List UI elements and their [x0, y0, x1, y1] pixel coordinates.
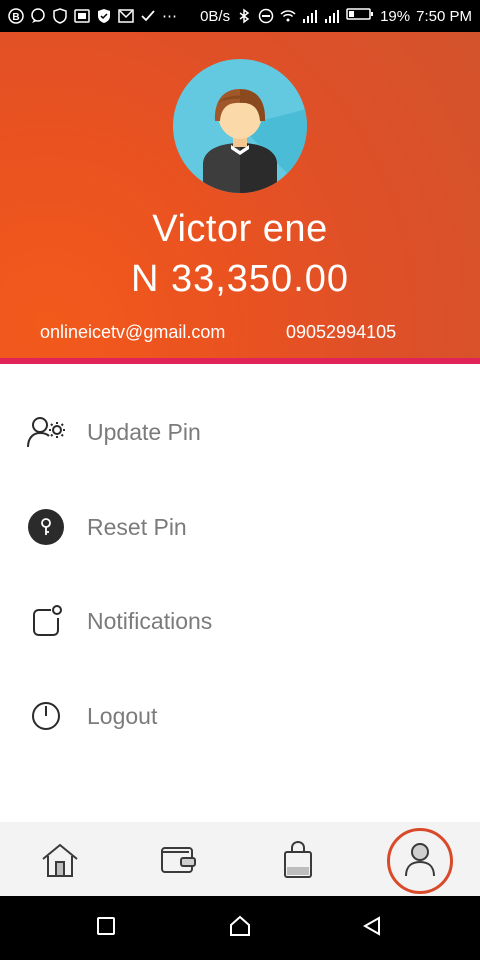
- header-accent-divider: [0, 358, 480, 364]
- power-icon: [26, 696, 66, 736]
- status-left: B ⋯: [8, 7, 177, 25]
- user-name: Victor ene: [152, 208, 328, 250]
- home-outline-icon: [228, 914, 252, 943]
- b-circle-icon: B: [8, 8, 24, 24]
- clock: 7:50 PM: [416, 7, 472, 25]
- battery-icon: [346, 6, 374, 26]
- battery-percent: 19%: [380, 7, 411, 25]
- net-speed: 0B/s: [200, 7, 231, 25]
- mail-icon: [118, 8, 134, 24]
- home-icon: [41, 842, 79, 883]
- profile-icon: [403, 840, 437, 883]
- wallet-icon: [159, 844, 197, 881]
- status-bar: B ⋯ 0B/s 19% 7:50 PM: [0, 0, 480, 32]
- account-balance: N 33,350.00: [130, 258, 350, 300]
- user-phone: 09052994105: [286, 322, 397, 342]
- home-button[interactable]: [224, 912, 256, 944]
- more-dots-icon: ⋯: [162, 8, 177, 25]
- nav-profile-button[interactable]: [387, 828, 453, 894]
- chat-bubble-icon: [30, 8, 46, 24]
- back-triangle-icon: [361, 915, 383, 942]
- status-right: 0B/s 19% 7:50 PM: [200, 6, 472, 26]
- menu-item-update-pin[interactable]: Update Pin: [0, 397, 480, 467]
- bottom-navigation: [0, 822, 480, 896]
- shopping-bag-icon: [282, 840, 314, 884]
- svg-text:B: B: [12, 12, 19, 23]
- signal-icon: [302, 8, 318, 24]
- user-email: onlineicetv@gmail.com: [40, 322, 226, 342]
- nav-home-button[interactable]: [30, 832, 90, 892]
- shield-icon: [52, 8, 68, 24]
- menu-label: Reset Pin: [87, 513, 187, 540]
- menu-item-notifications[interactable]: Notifications: [0, 586, 480, 656]
- back-button[interactable]: [356, 912, 388, 944]
- notification-icon: [26, 601, 66, 641]
- menu-label: Update Pin: [87, 418, 201, 445]
- recents-icon: [95, 915, 117, 942]
- check-icon: [140, 8, 156, 24]
- do-not-disturb-icon: [258, 8, 274, 24]
- recents-button[interactable]: [90, 912, 122, 944]
- avatar[interactable]: [173, 59, 307, 193]
- signal-icon: [324, 8, 340, 24]
- key-circle-icon: [26, 507, 66, 547]
- bluetooth-icon: [236, 8, 252, 24]
- menu-label: Logout: [87, 702, 158, 729]
- photo-icon: [74, 8, 90, 24]
- nav-shop-button[interactable]: [268, 832, 328, 892]
- wifi-icon: [280, 8, 296, 24]
- menu-label: Notifications: [87, 607, 213, 634]
- menu-item-reset-pin[interactable]: Reset Pin: [0, 492, 480, 562]
- system-navigation-bar: [0, 896, 480, 960]
- user-settings-icon: [26, 412, 66, 452]
- shield-check-icon: [96, 8, 112, 24]
- nav-wallet-button[interactable]: [148, 832, 208, 892]
- menu-item-logout[interactable]: Logout: [0, 681, 480, 751]
